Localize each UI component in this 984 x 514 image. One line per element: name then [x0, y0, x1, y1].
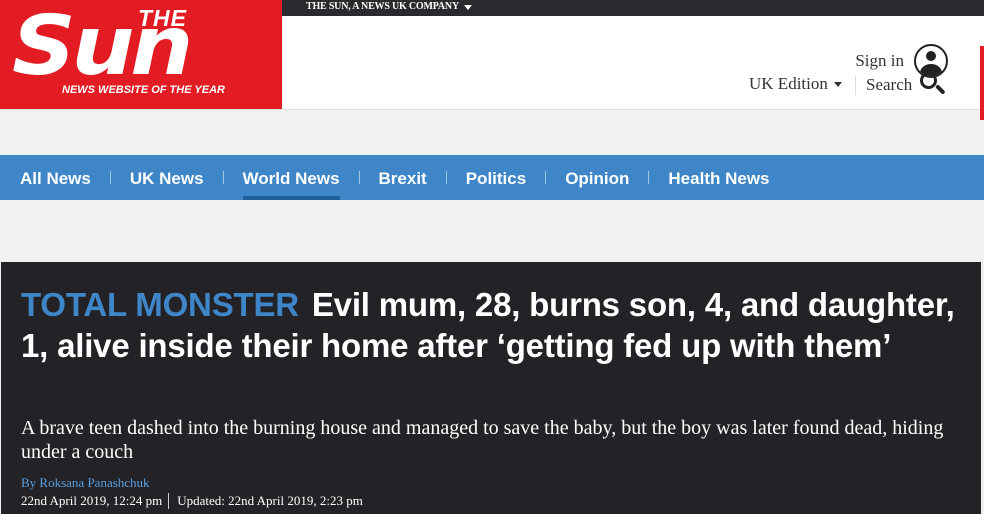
nav-separator [358, 171, 360, 184]
edition-selector[interactable]: UK Edition [749, 74, 842, 94]
section-nav: All News UK News World News Brexit Polit… [0, 155, 984, 200]
chevron-down-icon [833, 81, 842, 87]
edition-label: UK Edition [749, 74, 828, 93]
search-button[interactable]: Search [866, 72, 946, 98]
article-header: TOTAL MONSTER Evil mum, 28, burns son, 4… [1, 262, 981, 514]
updated-date: Updated: 22nd April 2019, 2:23 pm [177, 493, 363, 508]
article-dates: 22nd April 2019, 12:24 pm Updated: 22nd … [21, 493, 363, 509]
company-label: THE SUN, A NEWS UK COMPANY [306, 1, 459, 12]
chevron-down-icon [463, 4, 472, 10]
article-kicker: TOTAL MONSTER [21, 286, 299, 323]
article-standfirst: A brave teen dashed into the burning hou… [21, 417, 944, 463]
nav-separator [545, 171, 547, 184]
nav-item-world-news[interactable]: World News [242, 155, 340, 200]
header-divider [855, 75, 856, 95]
date-divider [168, 493, 170, 509]
nav-separator [445, 171, 447, 184]
search-label: Search [866, 75, 913, 94]
nav-separator [222, 171, 224, 184]
company-menu[interactable]: THE SUN, A NEWS UK COMPANY [306, 0, 472, 14]
nav-item-brexit[interactable]: Brexit [379, 155, 427, 200]
search-icon [920, 72, 946, 98]
sign-in-label: Sign in [855, 51, 904, 70]
published-date: 22nd April 2019, 12:24 pm [21, 493, 163, 508]
nav-item-politics[interactable]: Politics [466, 155, 526, 200]
nav-item-all-news[interactable]: All News [20, 155, 91, 200]
nav-item-health-news[interactable]: Health News [668, 155, 769, 200]
nav-separator [109, 171, 111, 184]
scrollbar-accent [980, 46, 984, 120]
article-headline: TOTAL MONSTER Evil mum, 28, burns son, 4… [21, 284, 966, 366]
nav-separator [648, 171, 650, 184]
nav-item-uk-news[interactable]: UK News [130, 155, 204, 200]
nav-item-opinion[interactable]: Opinion [565, 155, 629, 200]
site-logo[interactable]: THE Sun NEWS WEBSITE OF THE YEAR [0, 0, 282, 109]
logo-name: Sun [12, 0, 193, 94]
logo-tagline: NEWS WEBSITE OF THE YEAR [62, 84, 225, 96]
author-link[interactable]: By Roksana Panashchuk [21, 475, 150, 491]
